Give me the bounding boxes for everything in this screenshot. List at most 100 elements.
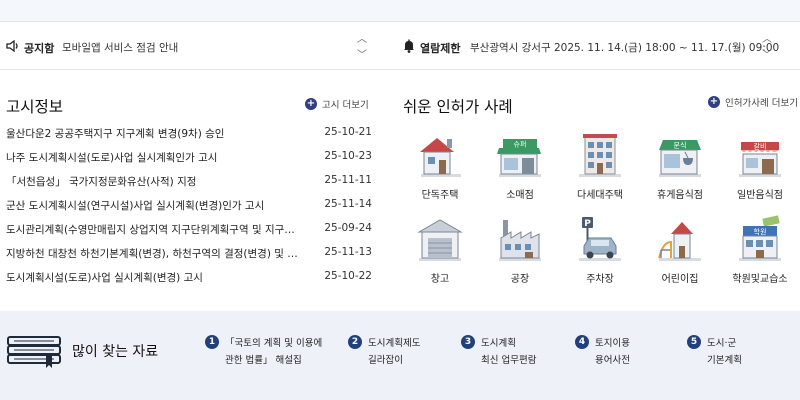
- resource-line1: 「국토의 계획 및 이용에: [225, 338, 323, 349]
- case-retail-store[interactable]: 슈퍼 소매점: [480, 126, 560, 204]
- case-label: 주차장: [586, 274, 614, 285]
- reading-room-next-button[interactable]: ﹀: [760, 50, 774, 62]
- announcement-row[interactable]: 지방하천 대창천 하천기본계획(변경), 하천구역의 결정(변경) 및 지형도면…: [6, 242, 372, 266]
- popular-resources-title: 많이 찾는 자료: [72, 344, 159, 360]
- resource-line1: 도시계획: [481, 338, 516, 349]
- parking-sign: P: [584, 219, 591, 229]
- notice-arrows: ︿ ﹀: [355, 32, 369, 62]
- resource-line1: 도시·군: [707, 338, 737, 349]
- announcement-date: 25-10-21: [324, 126, 372, 138]
- case-label: 일반음식점: [737, 190, 783, 201]
- announcements-title: 고시정보: [6, 98, 64, 116]
- resource-number-badge: 5: [687, 335, 701, 349]
- notice-prev-button[interactable]: ︿: [355, 34, 369, 46]
- announcement-row[interactable]: 군산 도시계획시설(연구시설)사업 실시계획(변경)인가 고시 25-11-14: [6, 194, 372, 218]
- announcement-row[interactable]: 울산다운2 공공주택지구 지구계획 변경(9차) 승인 25-10-21: [6, 122, 372, 146]
- announcement-title[interactable]: 도시관리계획(수영만매립지 상업지역 지구단위계획구역 및 지구단위계획 결정): [6, 222, 302, 237]
- announcement-row[interactable]: 「서천읍성」 국가지정문화유산(사적) 지정 25-11-11: [6, 170, 372, 194]
- resource-item-1[interactable]: 1 「국토의 계획 및 이용에 관한 법률」 해설집: [205, 333, 335, 383]
- multi-family-house-icon: [579, 134, 621, 177]
- case-label: 공장: [510, 274, 530, 285]
- restaurant-sign: 갈비: [754, 142, 767, 151]
- case-label: 단독주택: [421, 190, 459, 201]
- case-daycare[interactable]: 어린이집: [640, 210, 720, 288]
- reading-room-label: 열람제한: [420, 42, 461, 55]
- announcements-more-label: 고시 더보기: [322, 100, 369, 111]
- case-parking-lot[interactable]: P 주차장: [560, 210, 640, 288]
- resource-item-3[interactable]: 3 도시계획 최신 업무편람: [461, 333, 591, 383]
- case-restaurant[interactable]: 갈비 일반음식점: [720, 126, 800, 204]
- case-label: 학원및교습소: [732, 274, 788, 285]
- case-multi-family-house[interactable]: 다세대주택: [560, 126, 640, 204]
- notice-label: 공지함: [24, 42, 55, 55]
- resource-line2: 관한 법률」 해설집: [225, 355, 302, 366]
- announcement-title[interactable]: 군산 도시계획시설(연구시설)사업 실시계획(변경)인가 고시: [6, 198, 302, 213]
- books-icon: [7, 336, 61, 368]
- announcements-more-link[interactable]: + 고시 더보기: [305, 97, 369, 111]
- announcement-date: 25-10-23: [324, 150, 372, 162]
- announcement-title[interactable]: 지방하천 대창천 하천기본계획(변경), 하천구역의 결정(변경) 및 지형도면…: [6, 246, 302, 261]
- resource-line2: 최신 업무편람: [481, 355, 537, 366]
- notice-text[interactable]: 모바일앱 서비스 점검 안내: [62, 40, 178, 55]
- popular-resources-band: 많이 찾는 자료 1 「국토의 계획 및 이용에 관한 법률」 해설집 2 도시…: [0, 311, 800, 400]
- bell-icon: [404, 39, 414, 53]
- restaurant-icon: 갈비: [739, 142, 781, 177]
- resource-number-badge: 1: [205, 335, 219, 349]
- resource-number-badge: 3: [461, 335, 475, 349]
- resource-number-badge: 2: [348, 335, 362, 349]
- resource-line1: 토지이용: [595, 338, 630, 349]
- speaker-icon: [6, 39, 18, 53]
- reading-room-text[interactable]: 부산광역시 강서구 2025. 11. 14.(금) 18:00 ~ 11. 1…: [470, 40, 779, 55]
- announcement-date: 25-11-11: [324, 174, 372, 186]
- resource-number-badge: 4: [575, 335, 589, 349]
- snack-bar-icon: 분식: [659, 140, 701, 177]
- detached-house-icon: [420, 138, 461, 177]
- case-academy[interactable]: 학원 학원및교습소: [720, 210, 800, 288]
- resource-item-5[interactable]: 5 도시·군 기본계획: [687, 333, 800, 383]
- notice-bar: 공지함 모바일앱 서비스 점검 안내 ︿ ﹀ 열람제한 부산광역시 강서구 20…: [0, 24, 800, 70]
- retail-store-icon: 슈퍼: [497, 139, 541, 177]
- announcement-title[interactable]: 울산다운2 공공주택지구 지구계획 변경(9차) 승인: [6, 126, 302, 141]
- reading-room-arrows: ︿ ﹀: [760, 32, 774, 62]
- reading-room-prev-button[interactable]: ︿: [760, 34, 774, 46]
- announcement-date: 25-09-24: [324, 222, 372, 234]
- case-label: 창고: [430, 274, 450, 285]
- factory-icon: [499, 220, 541, 261]
- plus-icon: +: [708, 96, 720, 108]
- resource-item-4[interactable]: 4 토지이용 용어사전: [575, 333, 705, 383]
- daycare-icon: [658, 222, 701, 261]
- snack-sign: 분식: [674, 141, 687, 150]
- case-warehouse[interactable]: 창고: [400, 210, 480, 288]
- resource-line1: 도시계획제도: [368, 338, 421, 349]
- announcement-row[interactable]: 도시계획시설(도로)사업 실시계획(변경) 고시 25-10-22: [6, 266, 372, 290]
- case-factory[interactable]: 공장: [480, 210, 560, 288]
- case-detached-house[interactable]: 단독주택: [400, 126, 480, 204]
- announcement-date: 25-11-14: [324, 198, 372, 210]
- announcement-row[interactable]: 나주 도시계획시설(도로)사업 실시계획인가 고시 25-10-23: [6, 146, 372, 170]
- resource-line2: 용어사전: [595, 355, 630, 366]
- plus-icon: +: [305, 98, 317, 110]
- retail-sign: 슈퍼: [514, 140, 527, 149]
- announcement-title[interactable]: 「서천읍성」 국가지정문화유산(사적) 지정: [6, 174, 302, 189]
- case-label: 소매점: [506, 190, 534, 201]
- resource-line2: 기본계획: [707, 355, 742, 366]
- permit-cases-more-label: 인허가사례 더보기: [725, 98, 798, 109]
- permit-cases-grid: 단독주택 슈퍼 소매점 다세대주택 분식 휴게음식점 갈비 일반음식점 창고 공…: [400, 126, 800, 286]
- announcement-row[interactable]: 도시관리계획(수영만매립지 상업지역 지구단위계획구역 및 지구단위계획 결정)…: [6, 218, 372, 242]
- announcements-list: 울산다운2 공공주택지구 지구계획 변경(9차) 승인 25-10-21 나주 도시…: [6, 122, 372, 290]
- permit-cases-title: 쉬운 인허가 사례: [403, 98, 513, 116]
- resource-line2: 길라잡이: [368, 355, 403, 366]
- resource-item-2[interactable]: 2 도시계획제도 길라잡이: [348, 333, 478, 383]
- academy-sign: 학원: [754, 227, 767, 236]
- announcement-title[interactable]: 나주 도시계획시설(도로)사업 실시계획인가 고시: [6, 150, 302, 165]
- case-snack-bar[interactable]: 분식 휴게음식점: [640, 126, 720, 204]
- announcement-date: 25-10-22: [324, 270, 372, 282]
- case-label: 휴게음식점: [657, 190, 703, 201]
- parking-lot-icon: P: [579, 217, 621, 261]
- warehouse-icon: [417, 219, 463, 261]
- permit-cases-more-link[interactable]: + 인허가사례 더보기: [708, 95, 798, 109]
- announcement-title[interactable]: 도시계획시설(도로)사업 실시계획(변경) 고시: [6, 270, 302, 285]
- notice-next-button[interactable]: ﹀: [355, 50, 369, 62]
- announcement-date: 25-11-13: [324, 246, 372, 258]
- top-band: [0, 0, 800, 22]
